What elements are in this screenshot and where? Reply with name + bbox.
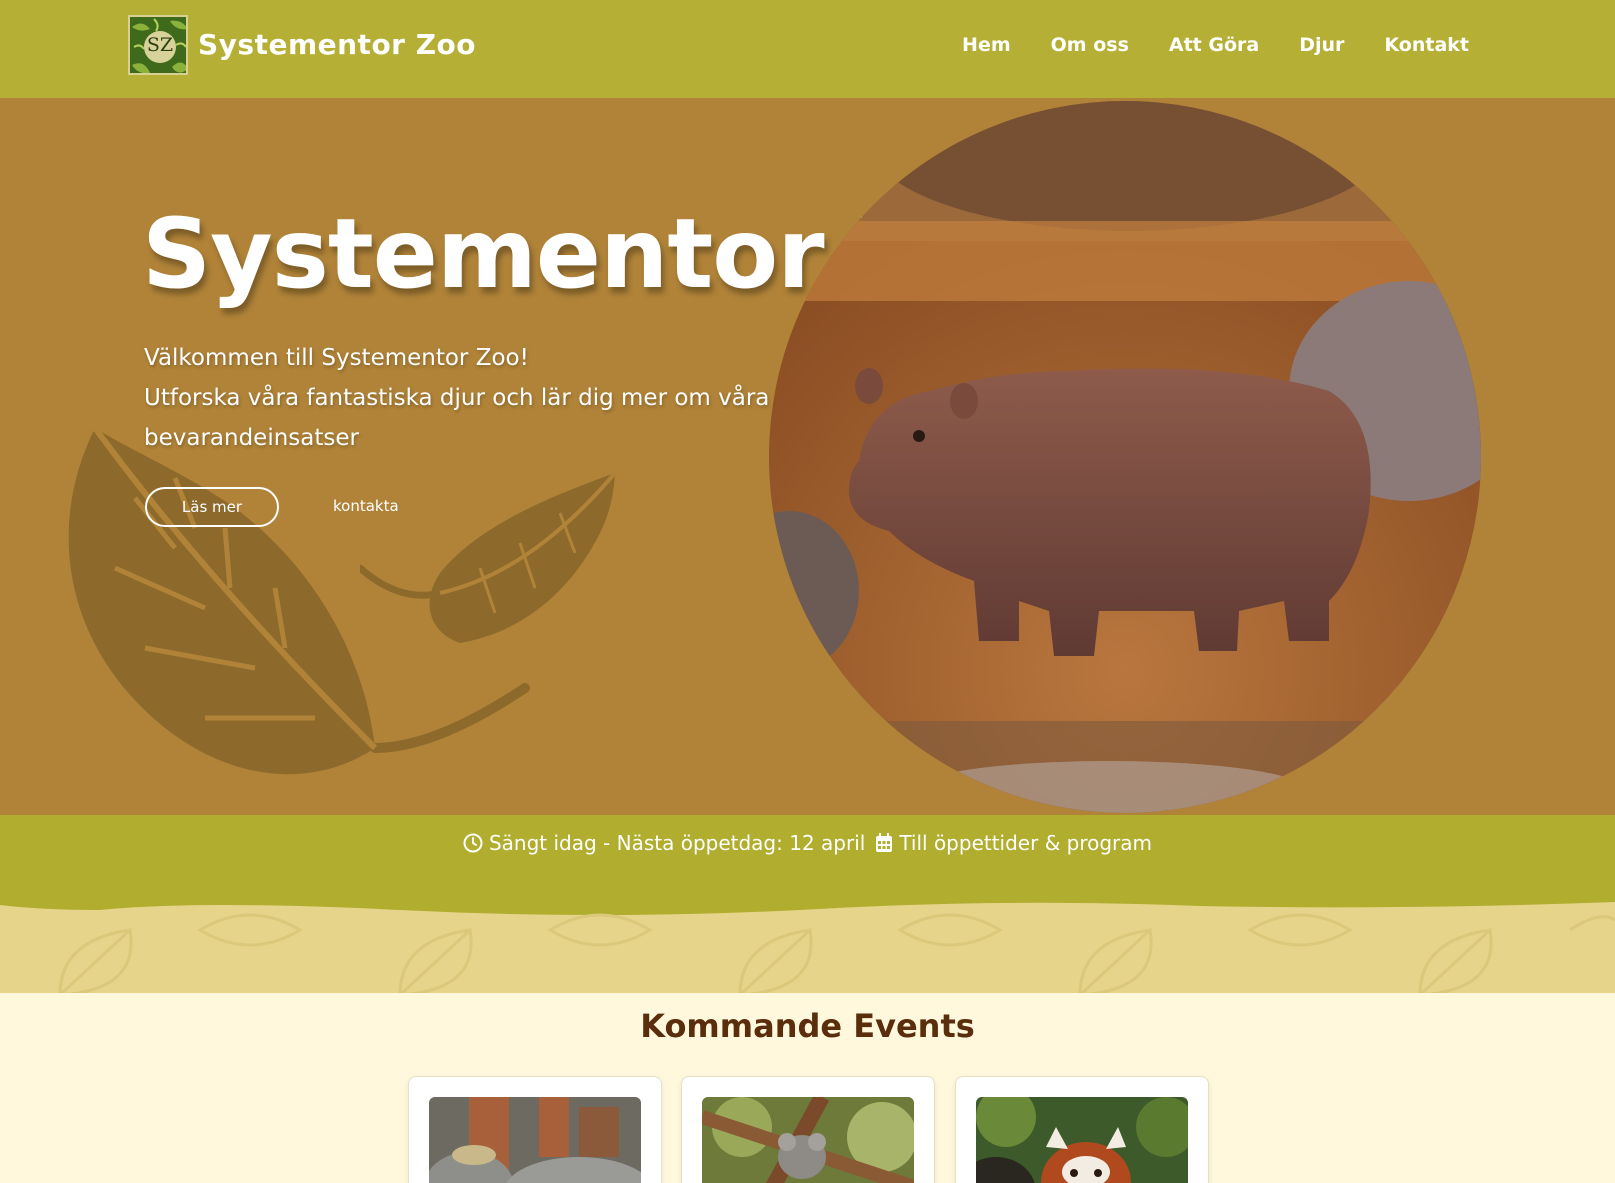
logo-text: SZ: [146, 34, 174, 56]
event-card[interactable]: [408, 1076, 662, 1183]
brand-name[interactable]: Systementor Zoo: [198, 28, 476, 61]
hero-intro: Välkommen till Systementor Zoo! Utforska…: [144, 338, 784, 458]
main-nav: Hem Om oss Att Göra Djur Kontakt: [962, 34, 1469, 56]
red-panda-photo: [976, 1097, 1188, 1183]
site-header: SZ Systementor Zoo Hem Om oss Att Göra D…: [0, 0, 1615, 98]
opening-status-text: Sängt idag - Nästa öppetdag: 12 april: [488, 831, 866, 855]
hippo-photo: [769, 101, 1481, 813]
hero-section: Systementor Zoo Välkommen till Systement…: [0, 98, 1615, 815]
opening-hours-link-text: Till öppettider & program: [899, 831, 1153, 855]
small-leaf-icon: [360, 473, 617, 643]
logo[interactable]: SZ: [128, 15, 188, 75]
nav-item-kontakt[interactable]: Kontakt: [1384, 34, 1469, 56]
opening-hours-link[interactable]: Till öppettider & program: [875, 831, 1152, 855]
calendar-icon: [876, 833, 893, 852]
read-more-button[interactable]: Läs mer: [145, 487, 279, 527]
hero-description: Utforska våra fantastiska djur och lär d…: [144, 385, 770, 451]
leaf-pattern-band: [0, 880, 1615, 995]
nav-item-hem[interactable]: Hem: [962, 34, 1011, 56]
event-card[interactable]: [681, 1076, 935, 1183]
contact-link[interactable]: kontakta: [333, 497, 399, 515]
nav-item-djur[interactable]: Djur: [1299, 34, 1344, 56]
koala-photo: [702, 1097, 914, 1183]
event-card[interactable]: [955, 1076, 1209, 1183]
hero-welcome: Välkommen till Systementor Zoo!: [144, 345, 529, 371]
clock-icon: [463, 833, 483, 853]
opening-status: Sängt idag - Nästa öppetdag: 12 april: [463, 831, 865, 855]
events-title: Kommande Events: [640, 1007, 975, 1045]
opening-info-row: Sängt idag - Nästa öppetdag: 12 april Ti…: [0, 831, 1615, 855]
elephants-photo: [429, 1097, 641, 1183]
events-section: Kommande Events: [0, 993, 1615, 1183]
nav-item-om-oss[interactable]: Om oss: [1051, 34, 1129, 56]
nav-item-att-gora[interactable]: Att Göra: [1169, 34, 1259, 56]
